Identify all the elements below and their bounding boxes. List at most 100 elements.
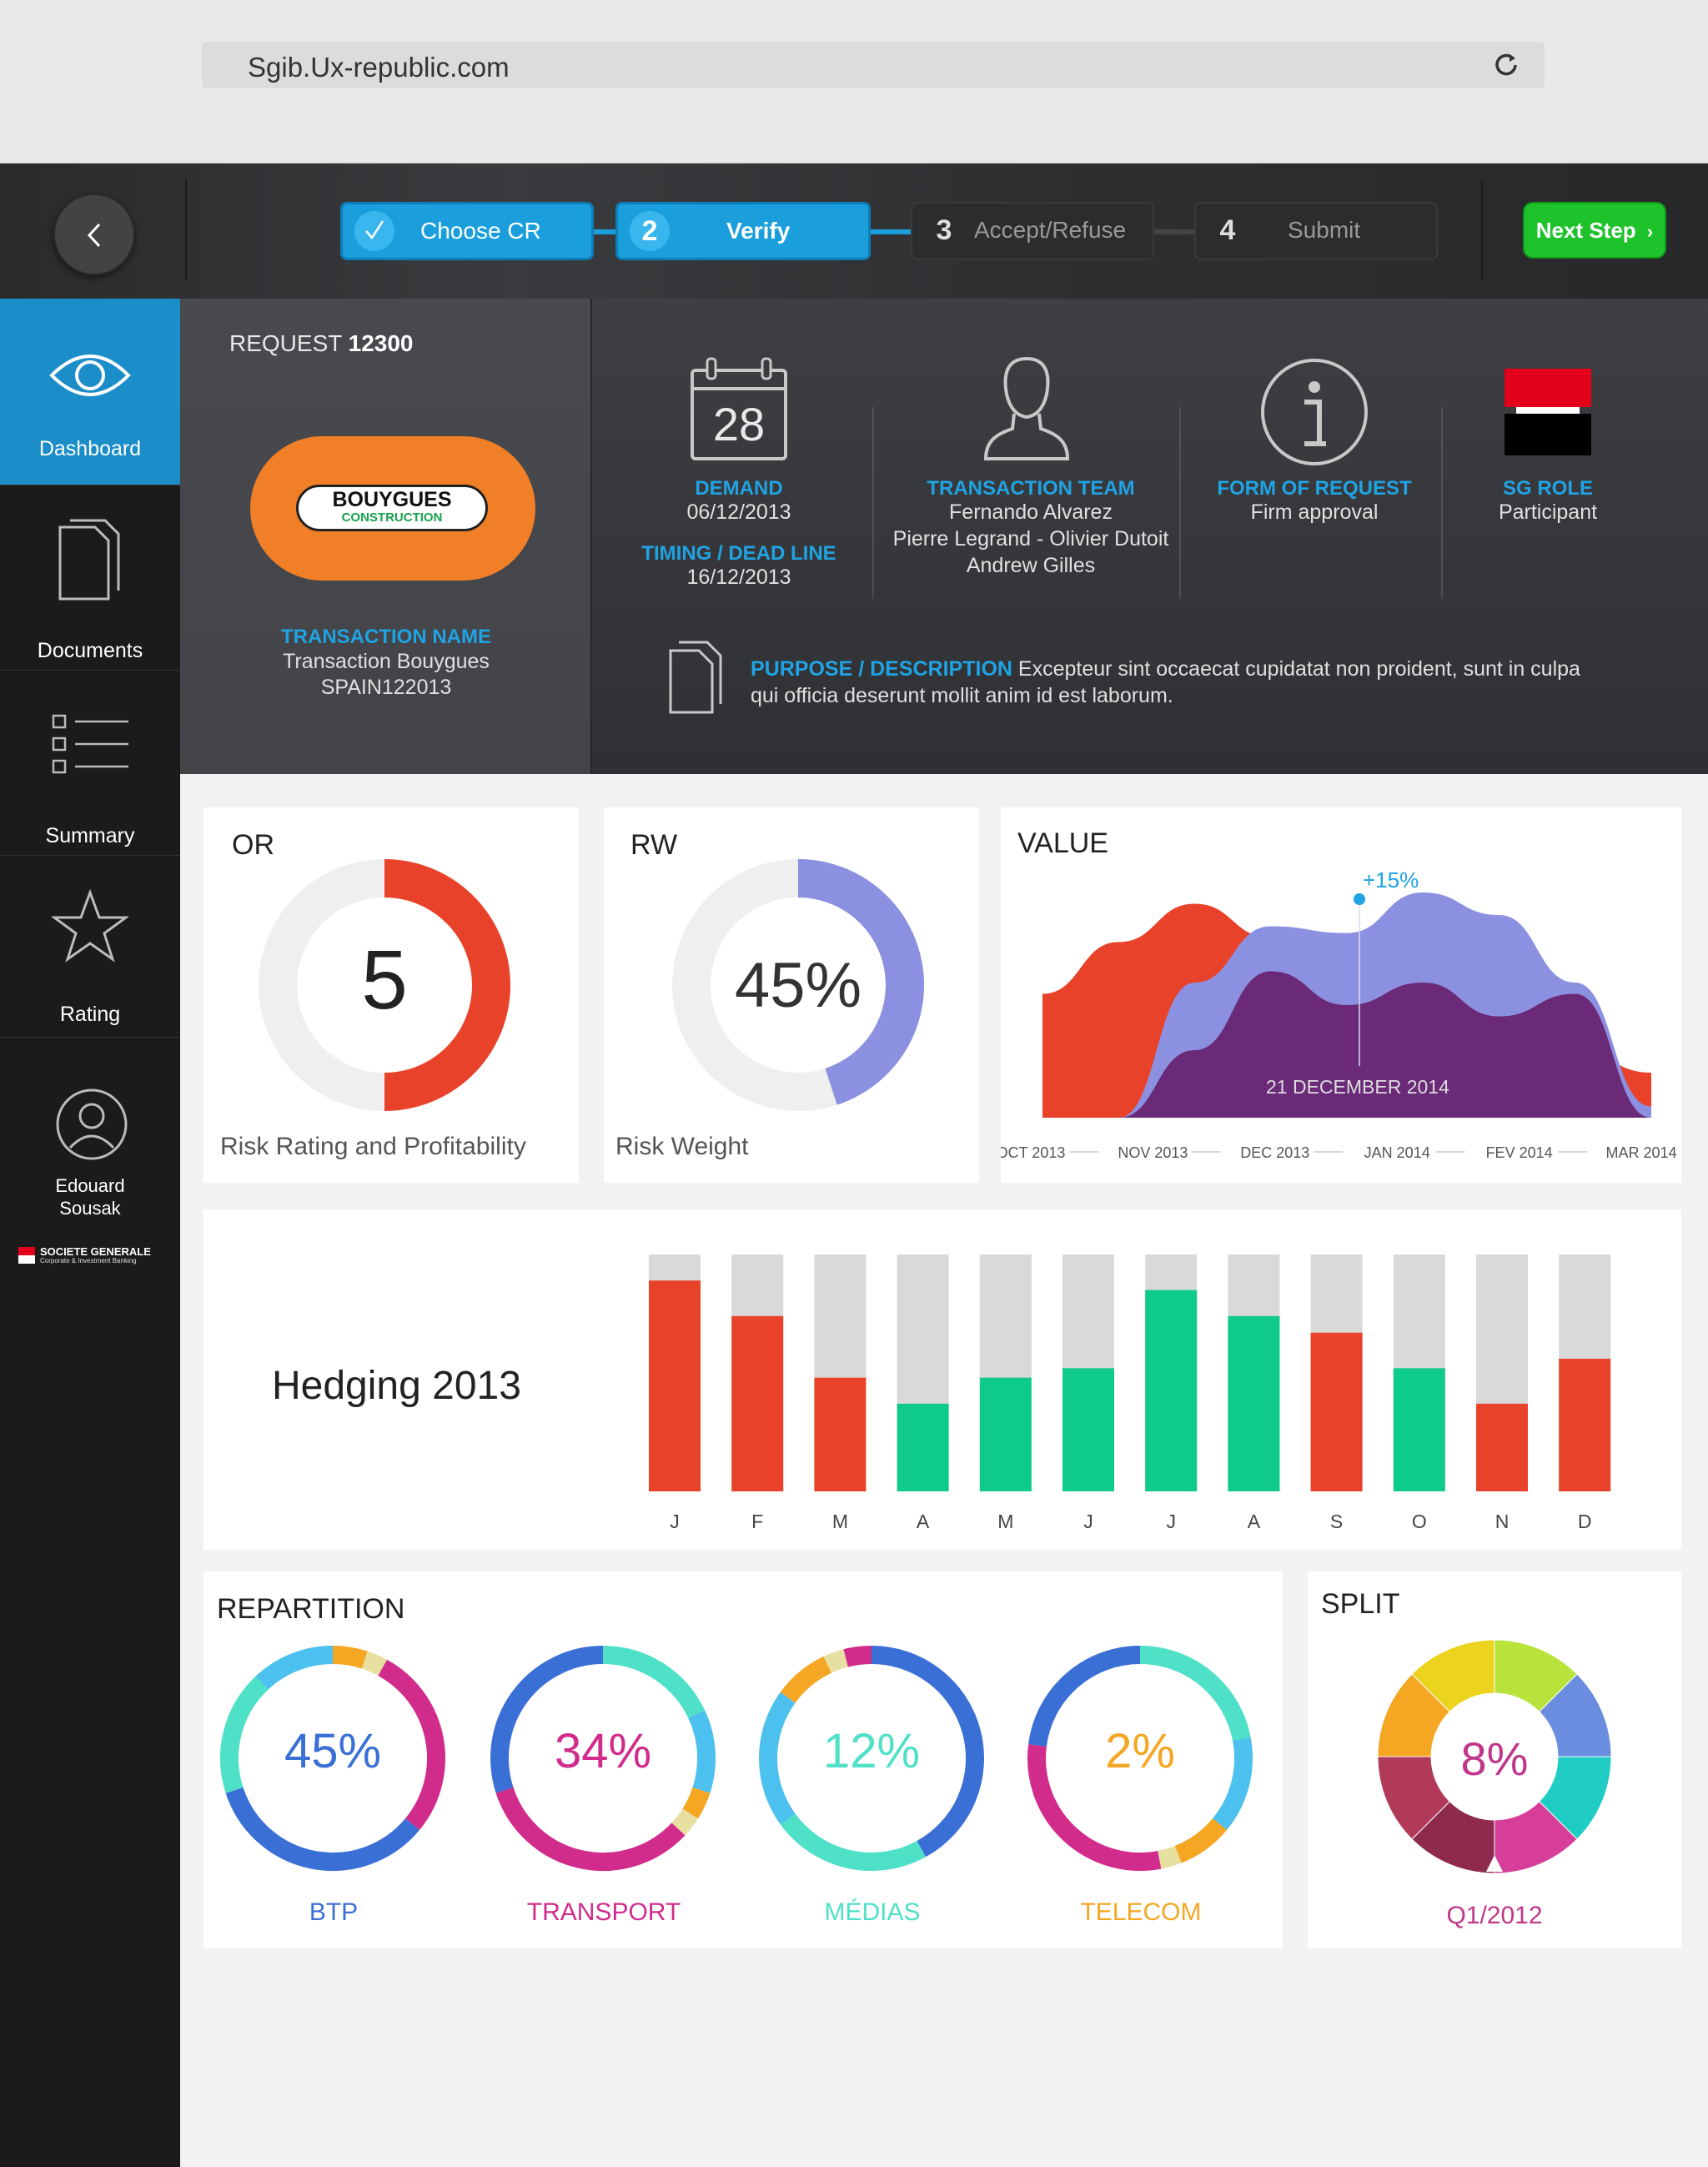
rw-value: 45% bbox=[734, 950, 862, 1021]
request-title-prefix: REQUEST bbox=[229, 330, 342, 356]
ring-segment bbox=[602, 1646, 706, 1719]
bar bbox=[731, 1315, 784, 1491]
bar-label: N bbox=[1495, 1511, 1510, 1532]
deadline-label: TIMING / DEAD LINE bbox=[641, 542, 836, 565]
bar-label: O bbox=[1412, 1511, 1427, 1532]
btp-value: 45% bbox=[284, 1724, 382, 1778]
brand-name: SOCIETE GENERALE bbox=[40, 1245, 151, 1258]
bar-label: D bbox=[1578, 1511, 1592, 1532]
star-icon bbox=[52, 889, 128, 963]
request-title: REQUEST 12300 bbox=[229, 330, 414, 357]
form-value: Firm approval bbox=[1250, 500, 1379, 524]
split-card: SPLIT 8% Q1/2012 bbox=[1308, 1571, 1681, 1948]
ring-segment bbox=[671, 1808, 698, 1836]
purpose-label: PURPOSE / DESCRIPTION bbox=[751, 657, 1012, 681]
bar-label: A bbox=[1248, 1511, 1261, 1532]
bar-label: A bbox=[917, 1511, 930, 1532]
deadline-value: 16/12/2013 bbox=[686, 566, 791, 589]
step-choose-cr[interactable]: Choose CR bbox=[340, 202, 594, 260]
month-label: OCT 2013 bbox=[1001, 1144, 1065, 1161]
sidebar-item-documents[interactable]: Documents bbox=[0, 485, 180, 671]
bar bbox=[1228, 1315, 1280, 1491]
reload-icon[interactable] bbox=[1491, 50, 1521, 80]
purpose-text-1: Excepteur sint occaecat cupidatat non pr… bbox=[1017, 657, 1580, 681]
transport-label: TRANSPORT bbox=[526, 1898, 681, 1926]
ring-segment bbox=[780, 1656, 832, 1703]
step-label: Verify bbox=[726, 218, 791, 244]
sidebar-item-label: Documents bbox=[37, 639, 143, 662]
user-first-name: Edouard bbox=[55, 1175, 125, 1196]
role-label: SG ROLE bbox=[1502, 477, 1593, 500]
step-submit[interactable]: 4 Submit bbox=[1194, 202, 1438, 260]
bar bbox=[1476, 1403, 1528, 1491]
next-step-button[interactable]: Next Step › bbox=[1523, 202, 1666, 259]
ring-segment bbox=[495, 1787, 686, 1871]
divider bbox=[185, 180, 187, 280]
back-button[interactable] bbox=[53, 194, 135, 275]
month-label: FEV 2014 bbox=[1486, 1144, 1553, 1161]
address-bar[interactable]: Sgib.Ux-republic.com bbox=[202, 42, 1545, 88]
purpose-line-1: PURPOSE / DESCRIPTION Excepteur sint occ… bbox=[751, 657, 1580, 681]
wizard-bar: Choose CR 2 Verify 3 Accept/Refuse 4 Sub… bbox=[0, 163, 1708, 299]
btp-label: BTP bbox=[309, 1898, 359, 1926]
bar bbox=[1145, 1290, 1198, 1491]
purpose-line-2: qui officia deserunt mollit anim id est … bbox=[751, 684, 1173, 707]
medias-label: MÉDIAS bbox=[824, 1898, 921, 1926]
team-line-1: Fernando Alvarez bbox=[949, 500, 1113, 524]
ring-segment bbox=[361, 1651, 388, 1677]
bar bbox=[1393, 1368, 1445, 1491]
request-number: 12300 bbox=[348, 330, 414, 356]
month-label: DEC 2013 bbox=[1240, 1144, 1309, 1161]
ring-segment bbox=[225, 1787, 420, 1871]
bar-label: S bbox=[1330, 1511, 1343, 1532]
person-icon bbox=[983, 356, 1070, 460]
chevron-right-icon: › bbox=[1646, 221, 1654, 242]
or-value: 5 bbox=[361, 933, 408, 1027]
step-label: Submit bbox=[1288, 217, 1361, 243]
team-line-2: Pierre Legrand - Olivier Dutoit bbox=[892, 527, 1169, 551]
avatar-icon[interactable] bbox=[55, 1088, 128, 1161]
sidebar-item-summary[interactable]: Summary bbox=[0, 671, 180, 856]
medias-value: 12% bbox=[822, 1724, 921, 1778]
bar-label: M bbox=[997, 1511, 1013, 1532]
sidebar-item-rating[interactable]: Rating bbox=[0, 856, 180, 1038]
divider bbox=[1481, 180, 1483, 280]
step-number: 3 bbox=[936, 214, 952, 246]
bar bbox=[1310, 1332, 1363, 1491]
bar bbox=[814, 1377, 867, 1491]
transport-value: 34% bbox=[554, 1724, 652, 1778]
step-label: Choose CR bbox=[420, 218, 541, 244]
step-number: 2 bbox=[630, 211, 670, 251]
step-accept-refuse[interactable]: 3 Accept/Refuse bbox=[911, 202, 1154, 260]
divider bbox=[872, 407, 874, 599]
role-value: Participant bbox=[1498, 500, 1598, 524]
user-last-name: Sousak bbox=[59, 1198, 121, 1219]
logo-line-2: CONSTRUCTION bbox=[341, 510, 443, 525]
bar-label: M bbox=[832, 1511, 848, 1532]
transaction-name-line-1: Transaction Bouygues bbox=[283, 650, 490, 673]
bar-label: J bbox=[1166, 1511, 1176, 1532]
calendar-day: 28 bbox=[712, 398, 766, 450]
ring-segment bbox=[1174, 1818, 1228, 1863]
list-icon bbox=[52, 714, 128, 774]
bar bbox=[897, 1403, 949, 1491]
request-header: REQUEST 12300 BOUYGUES CONSTRUCTION TRAN… bbox=[180, 299, 1708, 774]
split-caption: Q1/2012 bbox=[1446, 1902, 1543, 1929]
bar-label: F bbox=[751, 1511, 763, 1532]
or-card: OR 5 Risk Rating and Profitability bbox=[203, 807, 579, 1183]
value-area-chart: OCT 2013 NOV 2013 DEC 2013 JAN 2014 FEV 2014… bbox=[1001, 892, 1677, 1161]
documents-icon bbox=[58, 519, 120, 601]
bouygues-logo: BOUYGUES CONSTRUCTION bbox=[296, 485, 488, 531]
step-verify[interactable]: 2 Verify bbox=[615, 202, 871, 260]
step-number: 4 bbox=[1219, 214, 1236, 246]
step-label: Accept/Refuse bbox=[974, 217, 1127, 243]
sidebar-item-label: Dashboard bbox=[38, 437, 142, 460]
bar bbox=[1559, 1358, 1611, 1491]
hedging-bar-chart: JFMAMJJASOND bbox=[649, 1254, 1611, 1532]
ring-segment bbox=[1157, 1845, 1182, 1869]
team-line-3: Andrew Gilles bbox=[966, 554, 1096, 577]
next-step-label: Next Step bbox=[1535, 218, 1636, 243]
bar bbox=[649, 1280, 701, 1491]
value-annotation: +15% bbox=[1363, 867, 1419, 892]
sidebar-item-dashboard[interactable]: Dashboard bbox=[0, 299, 180, 485]
